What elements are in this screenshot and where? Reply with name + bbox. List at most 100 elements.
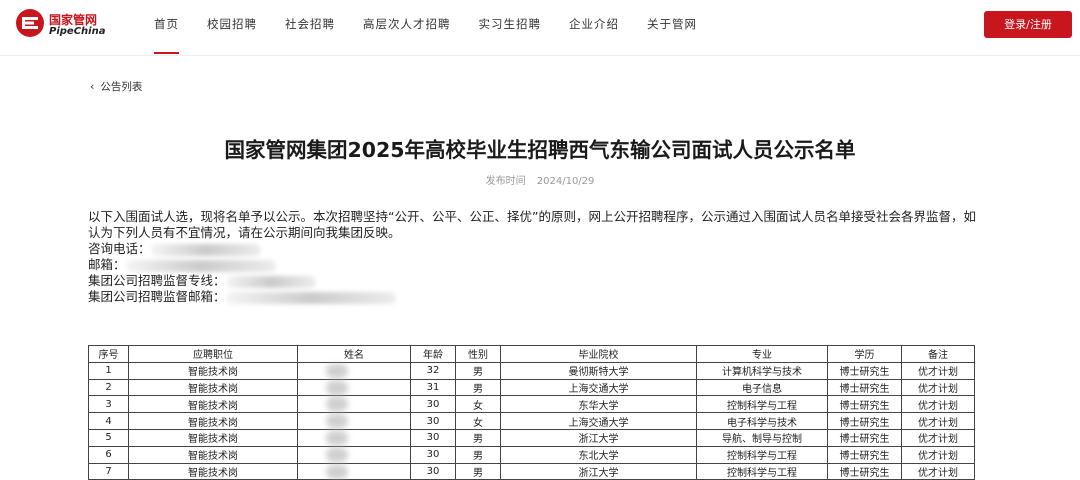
back-to-list-link[interactable]: ‹ 公告列表	[90, 79, 142, 94]
cell-name	[297, 395, 411, 414]
cell-index: 5	[88, 428, 129, 447]
col-header-remark: 备注	[901, 345, 975, 363]
cell-degree: 博士研究生	[827, 361, 902, 380]
redacted-name	[326, 380, 348, 395]
table-body: 1 智能技术岗 32 男曼彻斯特大学 计算机科学与技术 博士研究生 优才计划 2 智能技术岗 31…	[88, 361, 975, 480]
cell-school: 曼彻斯特大学	[500, 361, 697, 380]
table-row: 6 智能技术岗 30 男东北大学 控制科学与工程 博士研究生 优才计划	[88, 445, 975, 464]
table-row: 2 智能技术岗 31 男上海交通大学 电子信息 博士研究生 优才计划	[88, 378, 975, 397]
cell-gender: 男	[455, 378, 501, 397]
cell-gender: 男	[455, 445, 501, 464]
cell-school: 东华大学	[500, 395, 697, 414]
contact-phone-label: 咨询电话：	[88, 241, 151, 256]
table-row: 5 智能技术岗 30 男浙江大学 导航、制导与控制 博士研究生 优才计划	[88, 428, 975, 447]
cell-position: 智能技术岗	[128, 412, 298, 430]
cell-index: 2	[88, 378, 129, 397]
cell-remark: 优才计划	[901, 412, 975, 430]
col-header-major: 专业	[696, 345, 828, 363]
cell-name	[297, 428, 411, 447]
pipechina-logo[interactable]: 国家管网 PipeChina	[16, 8, 116, 40]
redacted-supervision-email	[225, 291, 396, 304]
page-title: 国家管网集团2025年高校毕业生招聘西气东输公司面试人员公示名单	[224, 138, 856, 162]
cell-position: 智能技术岗	[128, 462, 298, 480]
cell-major: 控制科学与工程	[696, 462, 828, 480]
cell-degree: 博士研究生	[827, 395, 902, 414]
col-header-gender: 性别	[455, 345, 501, 363]
nav-item-company-intro[interactable]: 企业介绍	[555, 0, 633, 56]
supervision-email-line: 集团公司招聘监督邮箱：	[88, 289, 988, 305]
cell-remark: 优才计划	[901, 445, 975, 464]
nav-item-senior-talent[interactable]: 高层次人才招聘	[349, 0, 465, 56]
cell-name	[297, 378, 411, 397]
cell-age: 30	[410, 445, 456, 464]
login-register-button[interactable]: 登录/注册	[984, 11, 1072, 38]
cell-remark: 优才计划	[901, 428, 975, 447]
contact-email-label: 邮箱：	[88, 257, 126, 272]
cell-age: 32	[410, 361, 456, 380]
cell-gender: 男	[455, 462, 501, 480]
cell-school: 浙江大学	[500, 428, 697, 447]
cell-school: 浙江大学	[500, 462, 697, 480]
cell-position: 智能技术岗	[128, 361, 298, 380]
table-row: 7 智能技术岗 30 男浙江大学 控制科学与工程 博士研究生 优才计划	[88, 462, 975, 480]
nav-item-home[interactable]: 首页	[140, 0, 193, 56]
publish-meta: 发布时间 2024/10/29	[0, 172, 1080, 187]
publish-label: 发布时间	[485, 176, 526, 187]
redacted-name	[326, 414, 348, 429]
nav-item-campus-recruitment[interactable]: 校园招聘	[193, 0, 271, 56]
cell-position: 智能技术岗	[128, 378, 298, 397]
col-header-age: 年龄	[410, 345, 456, 363]
redacted-name	[326, 430, 348, 445]
redacted-name	[326, 464, 348, 479]
redacted-name	[326, 447, 348, 462]
cell-index: 3	[88, 395, 129, 414]
cell-remark: 优才计划	[901, 361, 975, 380]
logo-text-en: PipeChina	[49, 26, 106, 37]
contact-email-line: 邮箱：	[88, 257, 988, 273]
nav-item-social-recruitment[interactable]: 社会招聘	[271, 0, 349, 56]
cell-position: 智能技术岗	[128, 445, 298, 464]
col-header-index: 序号	[88, 345, 129, 363]
table-row: 4 智能技术岗 30 女上海交通大学 电子科学与技术 博士研究生 优才计划	[88, 412, 975, 430]
cell-gender: 女	[455, 395, 501, 414]
cell-major: 电子信息	[696, 378, 828, 397]
intro-paragraph: 以下入围面试人选，现将名单予以公示。本次招聘坚持“公开、公平、公正、择优”的原则…	[88, 209, 976, 240]
cell-gender: 男	[455, 428, 501, 447]
main-nav: 首页 校园招聘 社会招聘 高层次人才招聘 实习生招聘 企业介绍 关于管网	[140, 0, 711, 56]
cell-major: 导航、制导与控制	[696, 428, 828, 447]
cell-position: 智能技术岗	[128, 428, 298, 447]
redacted-phone	[150, 243, 261, 256]
cell-major: 计算机科学与技术	[696, 361, 828, 380]
redacted-email	[125, 259, 276, 272]
cell-position: 智能技术岗	[128, 395, 298, 414]
cell-index: 6	[88, 445, 129, 464]
cell-degree: 博士研究生	[827, 462, 902, 480]
supervision-hotline-label: 集团公司招聘监督专线：	[88, 273, 226, 288]
cell-school: 东北大学	[500, 445, 697, 464]
cell-index: 4	[88, 412, 129, 430]
contact-phone-line: 咨询电话：	[88, 241, 988, 257]
cell-age: 30	[410, 412, 456, 430]
supervision-hotline-line: 集团公司招聘监督专线：	[88, 273, 988, 289]
cell-remark: 优才计划	[901, 378, 975, 397]
supervision-email-label: 集团公司招聘监督邮箱：	[88, 289, 226, 304]
cell-index: 7	[88, 462, 129, 480]
cell-degree: 博士研究生	[827, 445, 902, 464]
cell-degree: 博士研究生	[827, 378, 902, 397]
redacted-hotline	[225, 275, 316, 288]
chevron-left-icon: ‹	[90, 80, 95, 93]
cell-age: 30	[410, 395, 456, 414]
publish-date: 2024/10/29	[536, 176, 595, 187]
nav-item-about[interactable]: 关于管网	[633, 0, 711, 56]
table-header-row: 序号 应聘职位 姓名 年龄 性别 毕业院校 专业 学历 备注	[88, 345, 975, 363]
col-header-school: 毕业院校	[500, 345, 697, 363]
table-row: 1 智能技术岗 32 男曼彻斯特大学 计算机科学与技术 博士研究生 优才计划	[88, 361, 975, 380]
cell-age: 31	[410, 378, 456, 397]
cell-age: 30	[410, 462, 456, 480]
cell-major: 电子科学与技术	[696, 412, 828, 430]
nav-item-internship[interactable]: 实习生招聘	[465, 0, 556, 56]
article-body: 以下入围面试人选，现将名单予以公示。本次招聘坚持“公开、公平、公正、择优”的原则…	[88, 209, 988, 305]
cell-name	[297, 361, 411, 380]
cell-remark: 优才计划	[901, 462, 975, 480]
site-header: 国家管网 PipeChina 首页 校园招聘 社会招聘 高层次人才招聘 实习生招…	[0, 0, 1080, 56]
